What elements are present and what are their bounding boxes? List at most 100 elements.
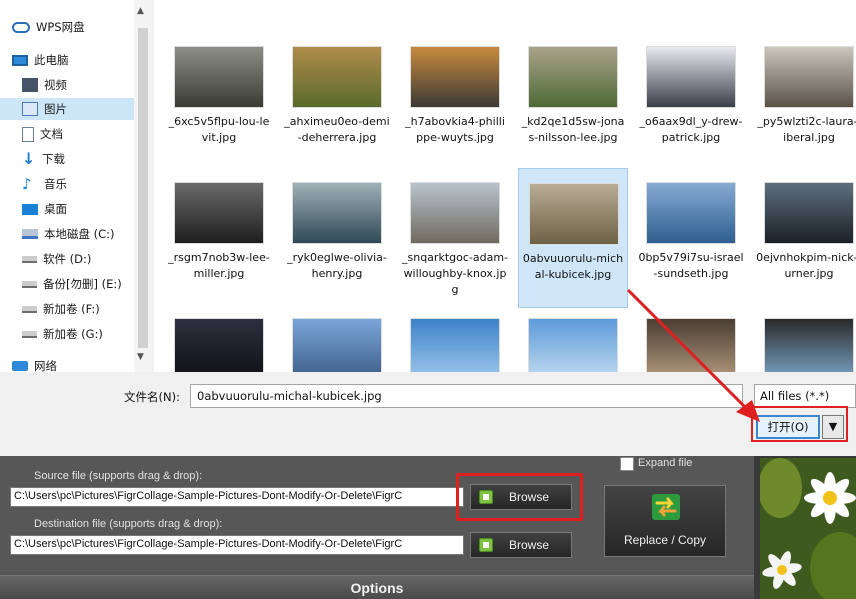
file-type-select[interactable]: All files (*.*) [754,384,856,408]
thumbnail-image [410,46,500,108]
system-drive-icon [22,229,38,239]
thumbnail-image [174,182,264,244]
thumbnail-image [646,46,736,108]
file-tile[interactable]: _6xc5v5flpu-lou-levit.jpg [164,32,274,172]
file-name: 0ejvnhokpim-nick-turner.jpg [756,251,856,280]
destination-path-field[interactable]: C:\Users\pc\Pictures\FigrCollage-Sample-… [10,535,464,555]
nav-item-desktop[interactable]: 桌面 [22,198,67,220]
thumbnail-image [646,318,736,372]
file-name: _o6aax9dl_y-drew-patrick.jpg [639,115,743,144]
browse-folder-icon [479,538,493,552]
nav-item-label: 网络 [34,359,57,372]
computer-icon [12,54,28,66]
nav-item-this-pc[interactable]: 此电脑 [12,49,69,71]
file-tile[interactable] [754,304,856,372]
replace-copy-label: Replace / Copy [623,533,707,547]
file-tile[interactable]: _h7abovkia4-phillippe-wuyts.jpg [400,32,510,172]
nav-item-drive-d[interactable]: 软件 (D:) [22,248,91,270]
file-tile[interactable]: 0bp5v79i7su-israel-sundseth.jpg [636,168,746,308]
file-tile[interactable]: 0ejvnhokpim-nick-turner.jpg [754,168,856,308]
nav-item-label: 新加卷 (G:) [43,327,103,341]
thumbnail-image [646,182,736,244]
nav-item-label: 备份[勿删] (E:) [43,277,122,291]
drive-icon [22,280,37,288]
thumbnail-image [174,46,264,108]
file-name: _rsgm7nob3w-lee-miller.jpg [168,251,270,280]
file-tile[interactable] [400,304,510,372]
nav-item-label: 桌面 [44,202,67,216]
nav-item-label: 本地磁盘 (C:) [44,227,115,241]
file-grid: _6xc5v5flpu-lou-levit.jpg _ahximeu0eo-dem… [154,0,856,372]
thumbnail-image [174,318,264,372]
thumbnail-image [292,182,382,244]
file-tile[interactable]: _snqarktgoc-adam-willoughby-knox.jpg [400,168,510,308]
desktop-folder-icon [22,203,38,215]
videos-folder-icon [22,78,38,92]
nav-item-documents[interactable]: 文档 [22,123,63,145]
file-tile[interactable] [636,304,746,372]
file-tile[interactable]: _ryk0eglwe-olivia-henry.jpg [282,168,392,308]
file-tile[interactable] [282,304,392,372]
file-tile[interactable]: _o6aax9dl_y-drew-patrick.jpg [636,32,746,172]
file-tile[interactable] [164,304,274,372]
file-name: _h7abovkia4-phillippe-wuyts.jpg [405,115,505,144]
documents-folder-icon [22,126,34,142]
thumbnail-image [764,46,854,108]
file-name: 0bp5v79i7su-israel-sundseth.jpg [638,251,744,280]
nav-item-network[interactable]: 网络 [12,355,57,372]
scroll-down-arrow-icon[interactable]: ▼ [137,352,144,362]
nav-item-drive-f[interactable]: 新加卷 (F:) [22,298,100,320]
nav-item-label: 新加卷 (F:) [43,302,100,316]
options-bar[interactable]: Options [0,575,754,599]
flower-preview-image [760,458,856,599]
file-name: _py5wlzti2c-laura-liberal.jpg [757,115,856,144]
nav-item-videos[interactable]: 视频 [22,74,67,96]
destination-file-label: Destination file (supports drag & drop): [34,518,223,530]
source-path-field[interactable]: C:\Users\pc\Pictures\FigrCollage-Sample-… [10,487,464,507]
open-highlight-box [751,406,848,442]
file-tile[interactable]: _kd2qe1d5sw-jonas-nilsson-lee.jpg [518,32,628,172]
pictures-folder-icon [22,102,38,116]
file-name: _ahximeu0eo-demi-deherrera.jpg [284,115,390,144]
nav-scrollbar[interactable]: ▲ ▼ [134,0,152,372]
file-tile[interactable]: _ahximeu0eo-demi-deherrera.jpg [282,32,392,172]
downloads-folder-icon [22,152,36,166]
file-name: 0abvuuorulu-michal-kubicek.jpg [522,252,624,281]
expand-file-checkbox[interactable] [620,457,634,471]
file-name: _snqarktgoc-adam-willoughby-knox.jpg [402,251,509,296]
thumbnail-image [764,318,854,372]
replace-copy-button[interactable]: Replace / Copy [604,485,726,557]
swap-arrows-icon [652,494,680,520]
nav-item-drive-e[interactable]: 备份[勿删] (E:) [22,273,122,295]
thumbnail-image [292,318,382,372]
nav-item-pictures[interactable]: 图片 [0,98,134,120]
cloud-icon [12,21,30,33]
nav-scroll-thumb[interactable] [138,28,148,348]
thumbnail-image [528,46,618,108]
expand-file-label: Expand file [638,457,693,469]
thumbnail-image [764,182,854,244]
thumbnail-image [292,46,382,108]
file-tile[interactable]: _rsgm7nob3w-lee-miller.jpg [164,168,274,308]
drive-icon [22,255,37,263]
file-tile[interactable] [518,304,628,372]
file-tile[interactable]: 0abvuuorulu-michal-kubicek.jpg [518,168,628,308]
nav-item-label: 视频 [44,78,67,92]
thumbnail-image [529,183,619,245]
file-tile[interactable]: _py5wlzti2c-laura-liberal.jpg [754,32,856,172]
scroll-up-arrow-icon[interactable]: ▲ [137,6,144,16]
nav-item-wps-cloud[interactable]: WPS网盘 [12,16,85,38]
file-name: _ryk0eglwe-olivia-henry.jpg [287,251,387,280]
nav-item-downloads[interactable]: 下载 [22,148,65,170]
destination-browse-button[interactable]: Browse [470,532,572,558]
nav-item-drive-g[interactable]: 新加卷 (G:) [22,323,103,345]
nav-item-drive-c[interactable]: 本地磁盘 (C:) [22,223,115,245]
navigation-pane: WPS网盘 此电脑 视频 图片 文档 下载 音乐 桌面 [0,0,152,372]
nav-item-label: 图片 [44,102,67,116]
network-icon [12,361,28,371]
browse-highlight-box [456,473,583,521]
filename-input[interactable]: 0abvuuorulu-michal-kubicek.jpg [190,384,743,408]
nav-item-music[interactable]: 音乐 [22,173,67,195]
nav-item-label: 文档 [40,127,63,141]
nav-item-label: 下载 [42,152,65,166]
